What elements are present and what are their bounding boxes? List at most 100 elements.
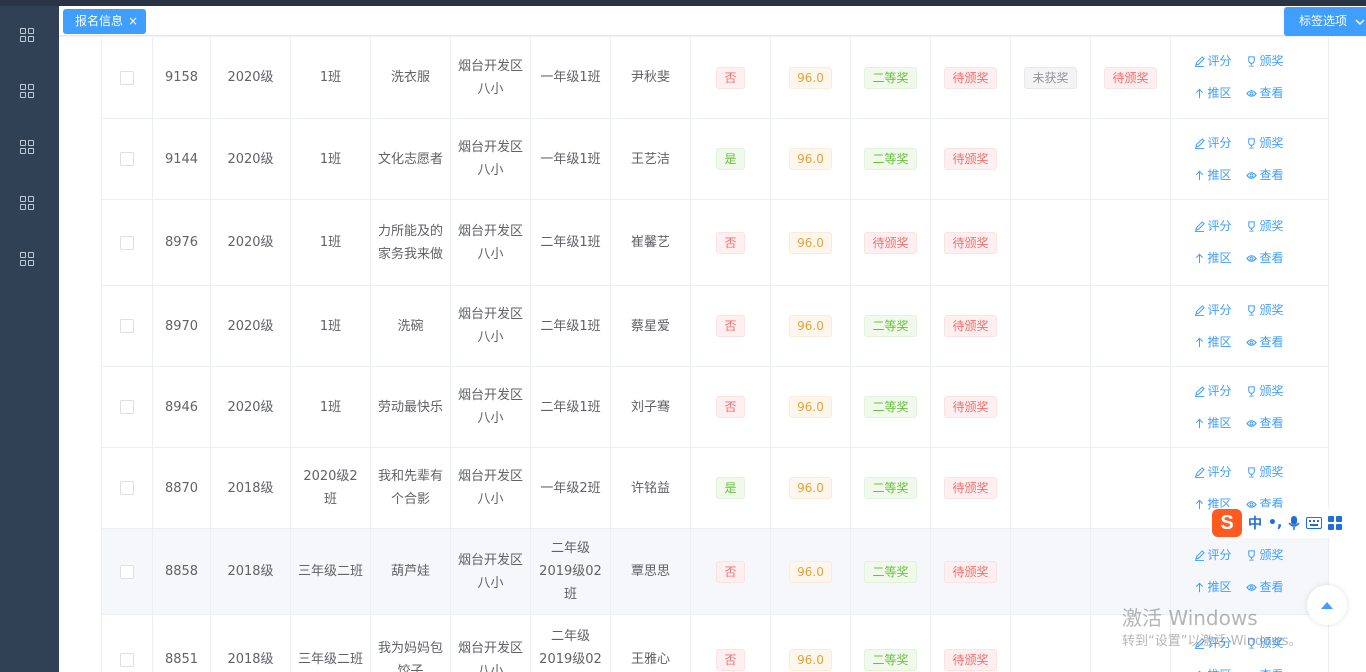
grid-icon[interactable] — [20, 84, 35, 99]
row-checkbox[interactable] — [120, 400, 134, 414]
edit-icon — [1194, 466, 1205, 478]
table-row: 8970 2020级 1班 洗碗 烟台开发区八小 二年级1班 蔡星爱 否 96.… — [101, 286, 1329, 367]
cell-student: 覃思思 — [611, 529, 691, 614]
keyboard-icon[interactable] — [1306, 517, 1323, 529]
score-tag: 96.0 — [789, 396, 832, 418]
row-checkbox[interactable] — [120, 481, 134, 495]
cell-id: 8858 — [153, 529, 211, 614]
sogou-logo[interactable]: S — [1212, 509, 1242, 537]
recommend-button[interactable]: 推区 — [1194, 665, 1246, 672]
status-tag: 待颁奖 — [944, 396, 997, 418]
actions-cell: 评分 颁奖 推区 查看 — [1171, 286, 1329, 366]
award-button[interactable]: 颁奖 — [1246, 461, 1306, 483]
row-checkbox[interactable] — [120, 152, 134, 166]
cell-id: 8851 — [153, 615, 211, 672]
view-button[interactable]: 查看 — [1245, 577, 1306, 599]
cell-grade-class: 一年级1班 — [531, 37, 611, 118]
score-tag: 96.0 — [789, 648, 832, 671]
row-checkbox[interactable] — [120, 564, 134, 579]
recommend-button[interactable]: 推区 — [1194, 577, 1246, 599]
rate-button[interactable]: 评分 — [1194, 51, 1246, 73]
tab-signup-info[interactable]: 报名信息 × — [63, 9, 147, 34]
view-button[interactable]: 查看 — [1245, 248, 1306, 270]
cell-student: 尹秋斐 — [611, 37, 691, 118]
table-row: 9144 2020级 1班 文化志愿者 烟台开发区八小 一年级1班 王艺洁 是 … — [101, 119, 1329, 200]
status-tag: 待颁奖 — [944, 66, 997, 89]
grid-icon[interactable] — [20, 28, 35, 43]
cell-class: 1班 — [291, 119, 371, 199]
cell-id: 8976 — [153, 200, 211, 285]
cell-grade-year: 2020级 — [211, 286, 291, 366]
microphone-icon[interactable] — [1288, 515, 1300, 531]
close-icon[interactable]: × — [128, 14, 138, 28]
row-checkbox[interactable] — [120, 70, 134, 85]
back-to-top-button[interactable] — [1307, 585, 1347, 625]
award-button[interactable]: 颁奖 — [1246, 216, 1306, 238]
view-button[interactable]: 查看 — [1246, 665, 1306, 672]
grid-icon[interactable] — [20, 196, 35, 211]
view-button[interactable]: 查看 — [1245, 331, 1306, 353]
ime-punct-toggle[interactable]: •, — [1268, 515, 1282, 531]
edit-icon — [1194, 385, 1205, 397]
recommend-button[interactable]: 推区 — [1194, 412, 1246, 434]
recommend-button[interactable]: 推区 — [1194, 164, 1246, 186]
cell-grade-class: 二年级2019级02班 — [531, 615, 611, 672]
grid-icon[interactable] — [20, 140, 35, 155]
rate-button[interactable]: 评分 — [1194, 132, 1246, 154]
eye-icon — [1245, 419, 1257, 427]
rate-button[interactable]: 评分 — [1194, 380, 1246, 402]
row-checkbox[interactable] — [120, 235, 134, 250]
view-button[interactable]: 查看 — [1245, 412, 1306, 434]
recommend-button[interactable]: 推区 — [1194, 331, 1246, 353]
ime-lang-toggle[interactable]: 中 — [1248, 513, 1262, 533]
grid-icon[interactable] — [20, 252, 35, 267]
rate-label: 评分 — [1207, 219, 1232, 233]
recommend-button[interactable]: 推区 — [1194, 83, 1246, 105]
arrow-up-icon — [1321, 602, 1333, 609]
cell-student: 刘子骞 — [611, 367, 691, 447]
cell-class: 1班 — [291, 286, 371, 366]
award-button[interactable]: 颁奖 — [1246, 380, 1306, 402]
cell-school: 烟台开发区八小 — [451, 286, 531, 366]
eye-icon — [1245, 338, 1257, 346]
row-checkbox[interactable] — [120, 319, 134, 333]
award-button[interactable]: 颁奖 — [1246, 51, 1306, 73]
view-button[interactable]: 查看 — [1245, 164, 1306, 186]
recommend-label: 推区 — [1208, 664, 1232, 672]
cell-student: 蔡星爱 — [611, 286, 691, 366]
view-button[interactable]: 查看 — [1245, 83, 1306, 105]
cell-grade-year: 2018级 — [211, 529, 291, 614]
award-tag: 二等奖 — [864, 148, 917, 170]
cell-class: 1班 — [291, 367, 371, 447]
cell-class: 2020级2班 — [291, 448, 371, 528]
recommend-button[interactable]: 推区 — [1194, 248, 1246, 270]
chevron-down-icon — [1355, 19, 1365, 25]
rate-label: 评分 — [1207, 464, 1232, 479]
award-button[interactable]: 颁奖 — [1246, 299, 1306, 321]
table-row: 8870 2018级 2020级2班 我和先辈有个合影 烟台开发区八小 一年级2… — [101, 448, 1329, 529]
trophy-icon — [1247, 221, 1255, 232]
edit-icon — [1194, 56, 1205, 67]
status-tag: 待颁奖 — [944, 648, 997, 671]
recommend-label: 推区 — [1207, 167, 1232, 182]
cell-student: 许铭益 — [611, 448, 691, 528]
cell-grade-year: 2020级 — [211, 200, 291, 285]
rate-button[interactable]: 评分 — [1194, 461, 1246, 483]
toolbox-icon[interactable] — [1328, 516, 1343, 530]
rate-button[interactable]: 评分 — [1194, 299, 1246, 321]
cell-title: 我为妈妈包饺子 — [371, 615, 451, 672]
flag-tag: 是 — [716, 148, 745, 170]
extra-status-tag: 待颁奖 — [1104, 66, 1157, 89]
cell-title: 葫芦娃 — [371, 529, 451, 614]
rate-button[interactable]: 评分 — [1194, 216, 1246, 238]
cell-student: 王雅心 — [611, 615, 691, 672]
row-checkbox[interactable] — [120, 652, 134, 667]
tag-options-button[interactable]: 标签选项 — [1284, 7, 1366, 36]
award-button[interactable]: 颁奖 — [1246, 545, 1306, 567]
arrow-up-icon — [1195, 418, 1203, 428]
view-label: 查看 — [1259, 580, 1284, 594]
cell-grade-year: 2018级 — [211, 615, 291, 672]
score-tag: 96.0 — [789, 315, 832, 337]
rate-button[interactable]: 评分 — [1194, 545, 1246, 567]
award-button[interactable]: 颁奖 — [1246, 132, 1306, 154]
